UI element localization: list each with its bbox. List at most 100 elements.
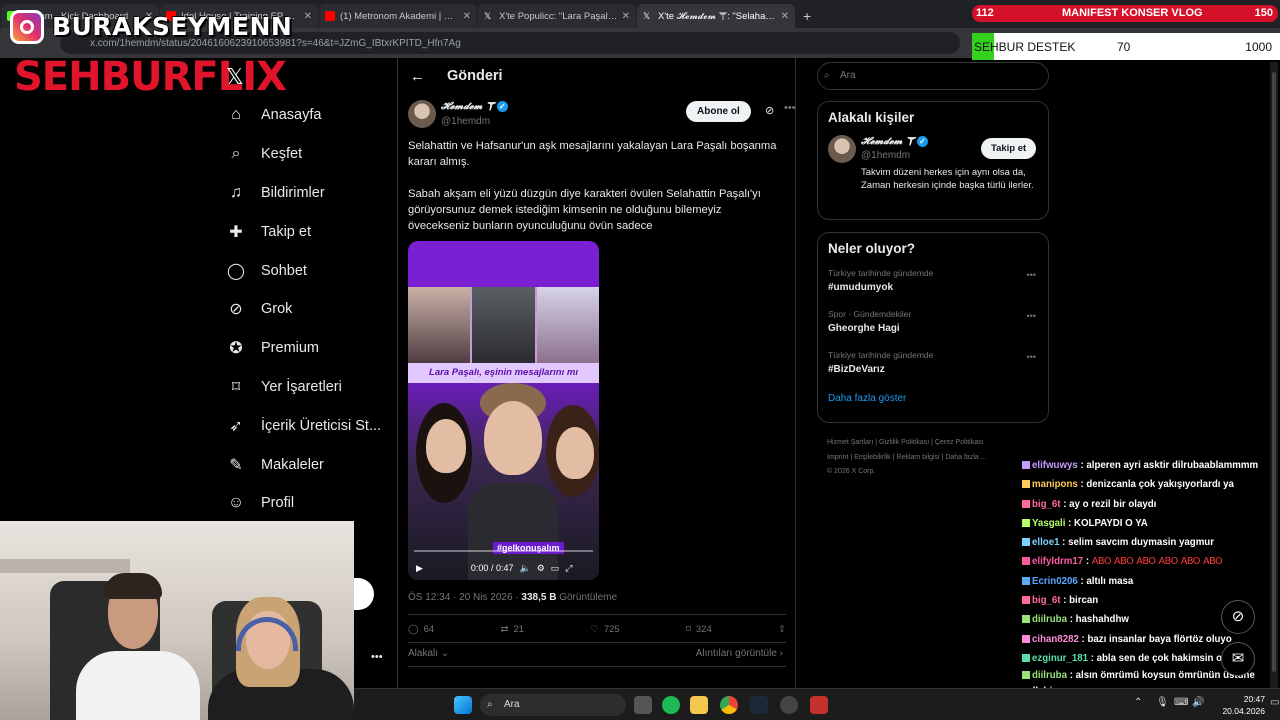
nav-item-chat[interactable]: ◯ Sohbet [222, 251, 381, 290]
chat-username[interactable]: elifyldrm17 [1032, 556, 1083, 567]
footer-link[interactable]: Çerez Politikası [935, 439, 984, 446]
nav-item-add-user[interactable]: ✚ Takip et [222, 212, 381, 251]
steam-icon[interactable] [750, 696, 768, 714]
footer-link[interactable]: Erişilebilirlik [854, 454, 891, 461]
chat-username[interactable]: Yasgali [1032, 518, 1065, 529]
chat-separator: : [1083, 556, 1092, 568]
task-view-icon[interactable] [634, 696, 652, 714]
chat-username[interactable]: manipons [1032, 479, 1078, 490]
follow-button[interactable]: Takip et [981, 138, 1037, 159]
browser-tab[interactable]: (1) Metronom Akademi | 18. Bö ✕ [319, 4, 477, 28]
chat-username[interactable]: Ecrin0206 [1032, 576, 1078, 587]
trend-item[interactable]: Türkiye tarihinde gündemde #umudumyok ••• [818, 264, 1048, 305]
pip-icon[interactable]: ▭ [551, 563, 560, 574]
footer-link[interactable]: Gizlilik Politikası [879, 439, 929, 446]
nav-item-profile[interactable]: ☺ Profil [222, 484, 381, 523]
avatar[interactable] [408, 100, 436, 128]
footer-link[interactable]: Daha fazla ... [945, 454, 986, 461]
taskbar-search[interactable]: ⌕ Ara [480, 694, 626, 716]
new-tab-button[interactable]: + [795, 8, 819, 28]
grok-fab-icon[interactable]: ⊘ [1221, 600, 1255, 634]
reply-sort-dropdown[interactable]: Alakalı ⌄ [408, 648, 449, 659]
tray-expand-icon[interactable]: ⌃ [1134, 697, 1142, 708]
grok-explain-icon[interactable]: ⊘ [765, 104, 774, 117]
avatar[interactable] [828, 135, 856, 163]
close-icon[interactable]: ✕ [781, 11, 789, 22]
nav-item-bookmark[interactable]: ⌑ Yer İşaretleri [222, 368, 381, 407]
chat-username[interactable]: diilruba [1032, 614, 1067, 625]
file-explorer-icon[interactable] [690, 696, 708, 714]
notification-icon[interactable]: ▭ [1270, 697, 1279, 708]
search-input[interactable]: ⌕ Ara [817, 62, 1049, 90]
obs-icon[interactable] [780, 696, 798, 714]
close-icon[interactable]: ✕ [463, 11, 471, 22]
chat-separator: : [1088, 652, 1097, 664]
back-arrow-icon[interactable]: ← [410, 68, 425, 85]
chat-badge-icon [1022, 480, 1030, 489]
footer-link[interactable]: Reklam bilgisi [896, 454, 939, 461]
nav-item-search[interactable]: ⌕ Keşfet [222, 135, 381, 174]
like-button[interactable]: ♡ 725 [590, 624, 619, 635]
related-person-name[interactable]: 𝓗𝓮𝓶𝓭𝓮𝓶 ☤ ✓ [861, 136, 928, 147]
trend-more-icon[interactable]: ••• [1027, 352, 1036, 362]
repost-button[interactable]: ⇄ 21 [501, 624, 525, 635]
chat-username[interactable]: elifwuwys [1032, 460, 1078, 471]
show-more-link[interactable]: Daha fazla göster [818, 387, 1048, 414]
related-person-handle[interactable]: @1hemdm [861, 150, 910, 161]
video-progress-bar[interactable] [414, 550, 593, 552]
scroll-top-button[interactable] [354, 578, 374, 610]
nav-item-home[interactable]: ⌂ Anasayfa [222, 96, 381, 135]
play-icon[interactable]: ▶ [416, 563, 423, 574]
author-handle[interactable]: @1hemdm [441, 116, 490, 127]
network-icon[interactable]: ⌨ [1174, 697, 1188, 708]
footer-link[interactable]: Hizmet Şartları [827, 439, 873, 446]
chrome-icon[interactable] [720, 696, 738, 714]
close-icon[interactable]: ✕ [304, 11, 312, 22]
app-icon[interactable] [810, 696, 828, 714]
page-scrollbar[interactable] [1270, 62, 1278, 688]
settings-icon[interactable]: ⚙ [537, 563, 545, 574]
x-logo-icon[interactable]: 𝕏 [226, 64, 244, 90]
subscribe-button[interactable]: Abone ol [686, 101, 751, 122]
bookmark-button[interactable]: ⌑ 324 [686, 624, 712, 635]
fullscreen-icon[interactable]: ⤢ [565, 563, 572, 574]
chat-username[interactable]: elloe1 [1032, 537, 1059, 548]
chat-username[interactable]: cihan8282 [1032, 634, 1079, 645]
chat-username[interactable]: diilruba [1032, 670, 1067, 681]
share-button[interactable]: ⇪ [778, 624, 786, 635]
taskbar-clock[interactable]: 20:47 20.04.2026 [1207, 693, 1265, 717]
volume-icon[interactable]: 🔈 [519, 563, 530, 574]
nav-item-label: Sohbet [261, 262, 307, 279]
footer-link[interactable]: © 2026 X Corp. [827, 468, 875, 475]
messages-fab-icon[interactable]: ✉ [1221, 642, 1255, 676]
nav-item-rocket[interactable]: ➶ İçerik Üreticisi St... [222, 406, 381, 445]
browser-tab[interactable]: 𝕏 X'te 𝓗𝓮𝓶𝓭𝓮𝓶 ☤: "Selahattin v ✕ [637, 4, 795, 28]
nav-item-grok[interactable]: ⊘ Grok [222, 290, 381, 329]
chat-username[interactable]: ezginur_181 [1032, 653, 1088, 664]
chat-username[interactable]: big_6t [1032, 499, 1061, 510]
trend-more-icon[interactable]: ••• [1027, 270, 1036, 280]
trend-item[interactable]: Spor · Gündemdekiler Gheorghe Hagi ••• [818, 305, 1048, 346]
post-timestamp[interactable]: ÖS 12:34 · 20 Nis 2026 · [408, 592, 521, 603]
browser-tab[interactable]: 𝕏 X'te Populicc: "Lara Paşali, Selah ✕ [478, 4, 636, 28]
volume-icon[interactable]: 🔊 [1192, 697, 1204, 708]
reply-button[interactable]: ◯ 64 [408, 624, 434, 635]
spotify-icon[interactable] [662, 696, 680, 714]
close-icon[interactable]: ✕ [622, 11, 630, 22]
footer-link[interactable]: Imprint [827, 454, 848, 461]
nav-more-icon[interactable]: ••• [371, 651, 383, 663]
nav-item-premium[interactable]: ✪ Premium [222, 329, 381, 368]
post-video[interactable]: Lara Paşalı, eşinin mesajlarını mı yakal… [408, 241, 599, 580]
mic-icon[interactable]: 🎙 [1156, 697, 1169, 708]
related-person[interactable]: 𝓗𝓮𝓶𝓭𝓮𝓶 ☤ ✓ @1hemdm Takip et Takvim düzeni… [818, 133, 1048, 213]
trend-more-icon[interactable]: ••• [1027, 311, 1036, 321]
chat-username[interactable]: big_6t [1032, 595, 1061, 606]
view-quotes-link[interactable]: Alıntıları görüntüle › [696, 648, 783, 659]
author-name[interactable]: 𝓗𝓮𝓶𝓭𝓮𝓶 ☤ ✓ [441, 101, 508, 112]
bookmark-icon: ⌑ [231, 378, 241, 396]
nav-item-bell[interactable]: ♫ Bildirimler [222, 174, 381, 213]
trend-item[interactable]: Türkiye tarihinde gündemde #BizDeVarız ••• [818, 346, 1048, 387]
nav-item-article[interactable]: ✎ Makaleler [222, 445, 381, 484]
windows-start-icon[interactable] [454, 696, 472, 714]
post-more-icon[interactable]: ••• [784, 102, 796, 114]
